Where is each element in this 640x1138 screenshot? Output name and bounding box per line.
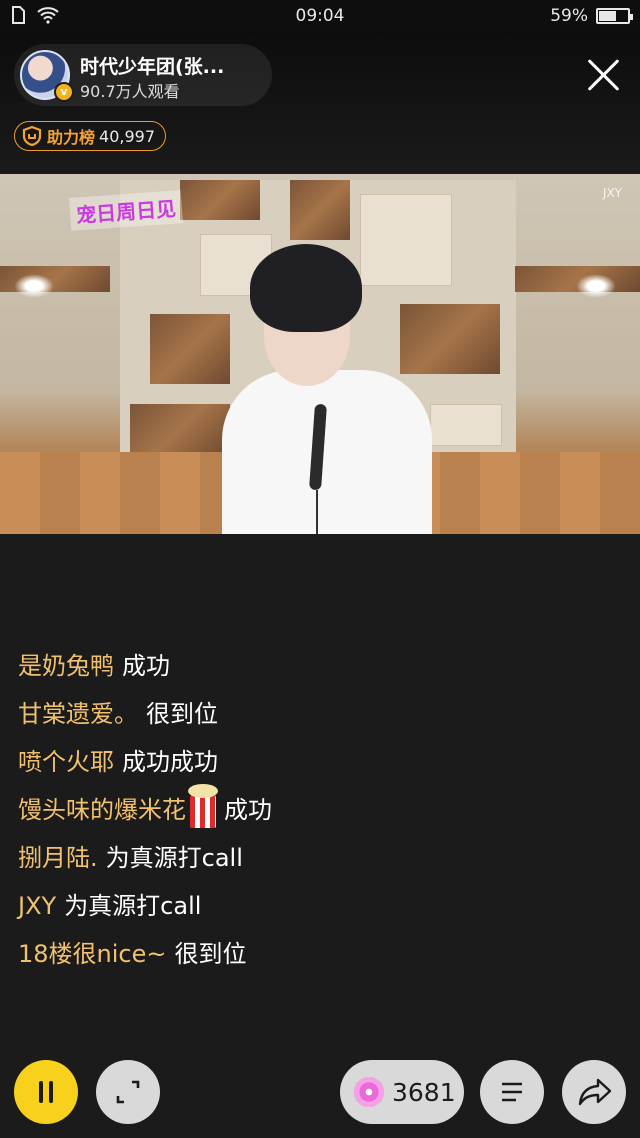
popcorn-icon xyxy=(188,784,218,828)
candy-icon xyxy=(354,1077,384,1107)
comment-text: 很到位 xyxy=(146,700,218,728)
list-item: 馒头味的爆米花 成功 xyxy=(18,784,618,838)
expand-icon xyxy=(116,1080,140,1104)
menu-icon xyxy=(502,1082,522,1102)
list-item: 喷个火耶 成功成功 xyxy=(18,742,618,790)
comment-username[interactable]: 喷个火耶 xyxy=(18,748,114,776)
comment-username[interactable]: 馒头味的爆米花 xyxy=(18,796,186,824)
clock: 09:04 xyxy=(295,6,345,26)
wall-panel xyxy=(430,404,502,446)
list-item: 是奶兔鸭 成功 xyxy=(18,646,618,694)
performer-body xyxy=(222,370,432,534)
anchor-card[interactable]: v 时代少年团(张... 90.7万人观看 xyxy=(14,44,272,106)
comment-text: 很到位 xyxy=(174,940,247,968)
status-bar: 09:04 59% xyxy=(0,0,640,32)
wood-panel xyxy=(290,180,350,240)
wall-lamp-right xyxy=(576,274,616,298)
menu-button[interactable] xyxy=(480,1060,544,1124)
wood-panel xyxy=(130,404,230,454)
comment-list: 是奶兔鸭 成功 甘棠遗爱。 很到位 喷个火耶 成功成功 馒头味的爆米花 成功 捌月陆. 为… xyxy=(18,646,618,982)
close-icon[interactable] xyxy=(578,50,628,100)
support-rank-badge[interactable]: 助力榜 40,997 xyxy=(14,121,166,151)
performer-hair xyxy=(250,244,362,332)
wood-panel xyxy=(180,180,260,220)
gift-button[interactable]: 3681 xyxy=(340,1060,464,1124)
battery-percent: 59% xyxy=(550,6,588,26)
live-video[interactable]: 宠日周日见 JXY xyxy=(0,174,640,534)
video-watermark: JXY xyxy=(602,186,622,200)
comment-username[interactable]: 18楼很nice~ xyxy=(18,940,167,968)
list-item: 甘棠遗爱。 很到位 xyxy=(18,694,618,742)
comment-username[interactable]: JXY xyxy=(18,892,56,920)
wood-panel xyxy=(150,314,230,384)
comment-text: 为真源打call xyxy=(64,892,202,920)
comment-text: 成功 xyxy=(122,652,170,680)
comment-text: 成功成功 xyxy=(122,748,218,776)
support-rank-label: 助力榜 xyxy=(47,128,96,147)
microphone-cable xyxy=(316,490,318,534)
share-button[interactable] xyxy=(562,1060,626,1124)
support-rank-value: 40,997 xyxy=(99,126,155,146)
list-item: JXY 为真源打call xyxy=(18,886,618,934)
comment-username[interactable]: 甘棠遗爱。 xyxy=(18,700,138,728)
anchor-name: 时代少年团(张... xyxy=(80,56,225,78)
wood-panel xyxy=(400,304,500,374)
comment-text: 为真源打call xyxy=(105,844,243,872)
list-item: 捌月陆. 为真源打call xyxy=(18,838,618,886)
pause-button[interactable] xyxy=(14,1060,78,1124)
viewer-count: 90.7万人观看 xyxy=(80,82,180,101)
verified-badge-icon: v xyxy=(54,82,74,102)
comment-username[interactable]: 是奶兔鸭 xyxy=(18,652,114,680)
battery-icon xyxy=(596,8,633,24)
comment-username[interactable]: 捌月陆. xyxy=(18,844,98,872)
gift-count: 3681 xyxy=(392,1077,456,1107)
comment-text: 成功 xyxy=(224,796,272,824)
wall-lamp-left xyxy=(14,274,54,298)
fullscreen-button[interactable] xyxy=(96,1060,160,1124)
list-item: 18楼很nice~ 很到位 xyxy=(18,934,618,982)
shield-icon xyxy=(22,125,42,147)
share-icon xyxy=(578,1078,612,1106)
wall-panel xyxy=(360,194,452,286)
